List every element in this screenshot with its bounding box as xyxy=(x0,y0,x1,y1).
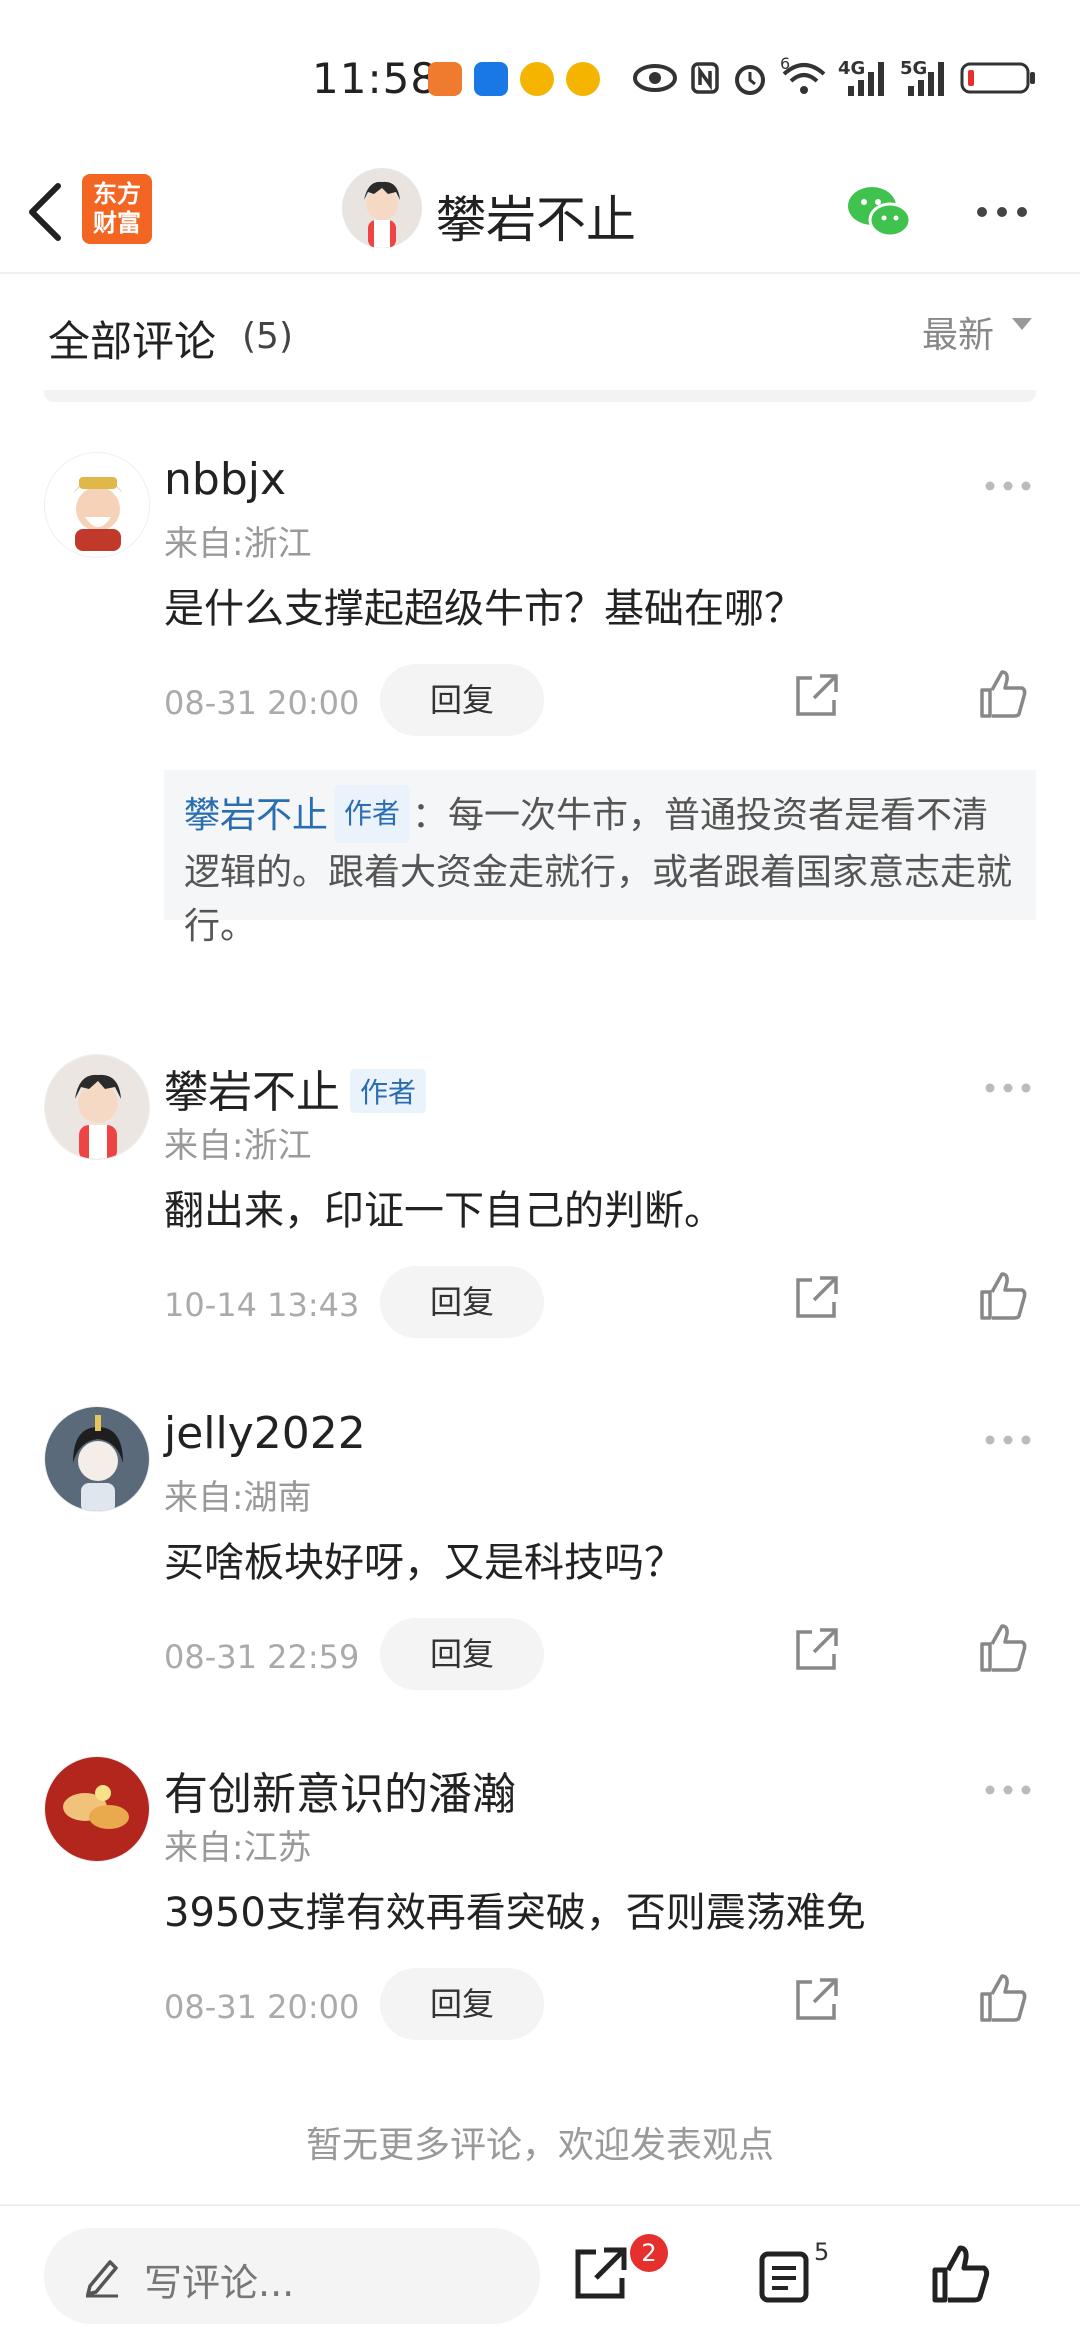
share-icon[interactable] xyxy=(792,1976,840,2024)
author-tag: 作者 xyxy=(334,785,411,843)
comment-more-icon[interactable] xyxy=(984,1784,1032,1796)
user-avatar[interactable] xyxy=(44,1756,150,1862)
status-bar: 11:58 6 4G 5G xyxy=(0,0,1080,150)
no-more-comments-note: 暂无更多评论，欢迎发表观点 xyxy=(305,2125,774,2166)
author-avatar[interactable] xyxy=(342,168,422,248)
comment-time: 08-31 22:59 xyxy=(164,1638,360,1676)
location: 来自:江苏 xyxy=(164,1828,312,1868)
share-icon[interactable] xyxy=(792,1274,840,1322)
comments-count: 5 xyxy=(814,2238,830,2266)
reply-button[interactable]: 回复 xyxy=(380,1968,544,2040)
share-icon[interactable] xyxy=(792,672,840,720)
comment-time: 08-31 20:00 xyxy=(164,684,360,722)
signal-icon xyxy=(908,62,944,96)
weibo-icon xyxy=(566,62,600,96)
caret-down-icon[interactable] xyxy=(1012,318,1032,330)
wechat-share-icon[interactable] xyxy=(846,184,912,240)
app-notification-icon xyxy=(428,62,462,96)
username[interactable]: jelly2022 xyxy=(164,1408,366,1459)
location: 来自:浙江 xyxy=(164,1126,312,1166)
top-navigation-bar: 东方 财富 攀岩不止 xyxy=(0,150,1080,274)
share-icon[interactable] xyxy=(572,2246,628,2302)
divider xyxy=(44,390,1036,402)
reply-button[interactable]: 回复 xyxy=(380,664,544,736)
page-title: 攀岩不止 xyxy=(436,191,636,249)
sort-dropdown[interactable]: 最新 xyxy=(922,306,994,358)
comment-text: 翻出来，印证一下自己的判断。 xyxy=(164,1188,724,1234)
wifi-generation-label: 6 xyxy=(780,54,791,73)
comment-more-icon[interactable] xyxy=(984,1082,1032,1094)
status-time: 11:58 xyxy=(312,54,439,103)
share-icon[interactable] xyxy=(792,1626,840,1674)
app-logo[interactable]: 东方 财富 xyxy=(82,174,152,244)
comment-input-placeholder: 写评论... xyxy=(144,2261,295,2305)
comment-input[interactable]: 写评论... xyxy=(44,2228,540,2324)
comment-time: 10-14 13:43 xyxy=(164,1286,360,1324)
username[interactable]: 攀岩不止 xyxy=(164,1067,340,1118)
comment-text: 买啥板块好呀，又是科技吗？ xyxy=(164,1540,684,1586)
user-avatar[interactable] xyxy=(44,1054,150,1160)
author-tag: 作者 xyxy=(350,1069,427,1113)
comment-time: 08-31 20:00 xyxy=(164,1988,360,2026)
reply-button[interactable]: 回复 xyxy=(380,1266,544,1338)
like-icon[interactable] xyxy=(978,1972,1028,2024)
comments-section-header: 全部评论 (5) 最新 xyxy=(0,276,1080,402)
location: 来自:浙江 xyxy=(164,524,312,564)
bottom-action-bar: 写评论... 2 5 xyxy=(0,2204,1080,2340)
alarm-icon xyxy=(735,65,765,95)
comment-count: (5) xyxy=(242,316,293,357)
section-title: 全部评论 xyxy=(48,317,217,366)
comment-text: 是什么支撑起超级牛市？基础在哪？ xyxy=(164,586,804,632)
more-options-icon[interactable] xyxy=(974,204,1030,220)
author-reply-box[interactable]: 攀岩不止 作者 ：每一次牛市，普通投资者是看不清逻辑的。跟着大资金走就行，或者跟着国… xyxy=(164,770,1036,947)
reply-username[interactable]: 攀岩不止 xyxy=(184,795,328,836)
app-notification-icon xyxy=(474,62,508,96)
battery-icon xyxy=(960,62,1035,94)
username[interactable]: 有创新意识的潘瀚 xyxy=(164,1758,516,1822)
signal-icon xyxy=(848,62,884,96)
comment-more-icon[interactable] xyxy=(984,1434,1032,1446)
like-icon[interactable] xyxy=(978,1270,1028,1322)
like-icon[interactable] xyxy=(978,1622,1028,1674)
comments-list-icon[interactable] xyxy=(758,2250,810,2304)
location: 来自:湖南 xyxy=(164,1478,312,1518)
pencil-icon xyxy=(86,2260,118,2298)
username-row: 攀岩不止 作者 xyxy=(164,1056,427,1120)
nfc-icon xyxy=(691,62,719,94)
weibo-icon xyxy=(520,62,554,96)
user-avatar[interactable] xyxy=(44,1406,150,1512)
reply-button[interactable]: 回复 xyxy=(380,1618,544,1690)
user-avatar[interactable] xyxy=(44,452,150,558)
comment-text: 3950支撑有效再看突破，否则震荡难免 xyxy=(164,1890,866,1936)
comment-more-icon[interactable] xyxy=(984,480,1032,492)
like-icon[interactable] xyxy=(978,668,1028,720)
like-icon[interactable] xyxy=(930,2244,990,2304)
logo-text-line1: 东方 xyxy=(93,180,141,208)
share-count-badge: 2 xyxy=(630,2234,668,2272)
eye-icon xyxy=(633,64,677,92)
back-arrow-icon[interactable] xyxy=(22,180,68,244)
username[interactable]: nbbjx xyxy=(164,454,286,505)
logo-text-line2: 财富 xyxy=(93,209,141,237)
